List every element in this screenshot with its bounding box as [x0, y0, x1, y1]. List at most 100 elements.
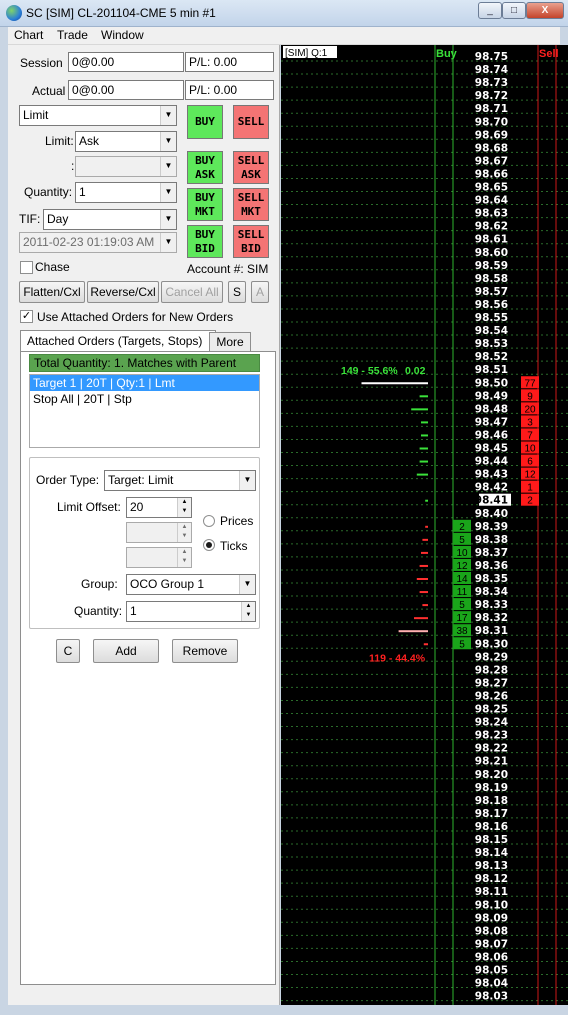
price-label: 98.52 [475, 351, 508, 363]
chevron-down-icon: ▼ [160, 132, 176, 151]
bid-size: 17 [456, 613, 468, 624]
datetime-picker: 2011-02-23 01:19:03 AM ▼ [19, 232, 177, 253]
spinner-arrows-icon: ▲ ▼ [177, 523, 191, 542]
datetime-value: 2011-02-23 01:19:03 AM [23, 235, 155, 249]
prices-radio[interactable] [203, 515, 215, 527]
buy-volume-bar [419, 395, 428, 398]
price-ladder-canvas[interactable]: [SIM] Q:1 Buy Sell98.7598.7498.7398.7298.7… [281, 45, 568, 1005]
sell-volume-bar [398, 630, 428, 633]
sell-volume-bar [422, 538, 428, 541]
disabled-select: ▼ [75, 156, 177, 177]
group-value: OCO Group 1 [130, 577, 205, 591]
sell-mkt-button[interactable]: SELL MKT [233, 188, 269, 221]
sell-volume-bar [419, 591, 428, 594]
prices-label: Prices [220, 514, 254, 528]
cancel-all-button[interactable]: Cancel All [161, 281, 223, 303]
price-label: 98.30 [475, 638, 508, 650]
a-button[interactable]: A [251, 281, 269, 303]
sell-bid-button[interactable]: SELL BID [233, 225, 269, 258]
price-label: 98.61 [475, 234, 508, 246]
attached-orders-list[interactable]: Target 1 | 20T | Qty:1 | Lmt Stop All | … [29, 374, 260, 448]
add-button[interactable]: Add [93, 639, 159, 663]
price-label: 98.14 [475, 847, 508, 859]
remove-button[interactable]: Remove [172, 639, 238, 663]
ticks-radio[interactable] [203, 539, 215, 551]
price-label: 98.06 [475, 951, 508, 963]
buy-ask-button[interactable]: BUY ASK [187, 151, 223, 184]
chase-checkbox[interactable] [20, 261, 33, 274]
bid-size: 2 [459, 522, 465, 533]
price-label: 98.50 [475, 377, 508, 389]
ticks-label: Ticks [220, 539, 248, 553]
menu-chart[interactable]: Chart [14, 28, 43, 42]
buy-bid-button[interactable]: BUY BID [187, 225, 223, 258]
sell-volume-bar [423, 643, 428, 646]
disabled-spinner-1: ▲ ▼ [126, 522, 192, 543]
ask-size: 10 [524, 444, 536, 455]
sell-button[interactable]: SELL [233, 105, 269, 139]
limit-offset-spinner[interactable]: 20 ▲ ▼ [126, 497, 192, 518]
spinner-arrows-icon: ▲ ▼ [177, 548, 191, 567]
price-ladder[interactable]: [SIM] Q:1 Buy Sell 98.75 98.74 98.73 98.72 98.7… [281, 45, 568, 1005]
tab-more[interactable]: More [209, 332, 251, 352]
reverse-cancel-button[interactable]: Reverse/Cxl [87, 281, 159, 303]
minimize-button[interactable]: _ [478, 2, 502, 19]
list-item[interactable]: Stop All | 20T | Stp [30, 391, 259, 407]
tif-select[interactable]: Day ▼ [43, 209, 177, 230]
limit-offset-label: Limit Offset: [57, 500, 121, 514]
attached-quantity-spinner[interactable]: 1 ▲ ▼ [126, 601, 256, 622]
close-button[interactable]: X [526, 2, 564, 19]
price-label: 98.16 [475, 821, 508, 833]
price-label: 98.70 [475, 116, 508, 128]
price-label: 98.05 [475, 965, 508, 977]
price-label: 98.58 [475, 273, 508, 285]
price-label: 98.27 [475, 677, 508, 689]
sell-bid-label-1: SELL [237, 227, 265, 241]
spinner-arrows-icon[interactable]: ▲ ▼ [241, 602, 255, 621]
use-attached-checkbox[interactable]: ✓ [20, 310, 33, 323]
limit-select[interactable]: Ask ▼ [75, 131, 177, 152]
chevron-down-icon: ▼ [160, 233, 176, 252]
bid-size: 14 [456, 574, 468, 585]
price-label: 98.35 [475, 573, 508, 585]
flatten-cancel-button[interactable]: Flatten/Cxl [19, 281, 85, 303]
price-label: 98.39 [475, 521, 508, 533]
c-button[interactable]: C [56, 639, 80, 663]
price-label: 98.07 [475, 938, 508, 950]
s-button[interactable]: S [228, 281, 246, 303]
ask-size: 20 [524, 404, 536, 415]
price-label: 98.33 [475, 599, 508, 611]
order-type-select[interactable]: Limit ▼ [19, 105, 177, 126]
buy-button[interactable]: BUY [187, 105, 223, 139]
actual-position-field: 0@0.00 [68, 80, 184, 100]
buy-mkt-button[interactable]: BUY MKT [187, 188, 223, 221]
menu-window[interactable]: Window [101, 28, 144, 42]
price-label: 98.60 [475, 247, 508, 259]
sell-volume-summary: 119 - 44.4% [369, 652, 426, 664]
spinner-arrows-icon[interactable]: ▲ ▼ [177, 498, 191, 517]
list-item[interactable]: Target 1 | 20T | Qty:1 | Lmt [30, 375, 259, 391]
bid-size: 38 [456, 626, 468, 637]
tab-attached-orders[interactable]: Attached Orders (Targets, Stops) [20, 330, 216, 352]
sell-bid-label-2: BID [241, 241, 261, 255]
attached-order-type-select[interactable]: Target: Limit ▼ [104, 470, 256, 491]
price-label: 98.11 [475, 886, 508, 898]
price-label: 98.40 [475, 508, 508, 520]
quantity-select[interactable]: 1 ▼ [75, 182, 177, 203]
price-label: 98.54 [475, 325, 508, 337]
menu-trade[interactable]: Trade [57, 28, 88, 42]
use-attached-label: Use Attached Orders for New Orders [37, 310, 234, 324]
group-select[interactable]: OCO Group 1 ▼ [126, 574, 256, 595]
sell-ask-button[interactable]: SELL ASK [233, 151, 269, 184]
limit-label: Limit: [45, 134, 74, 148]
sell-ask-label-1: SELL [237, 153, 265, 167]
sell-volume-bar [414, 617, 428, 620]
price-label: 98.08 [475, 925, 508, 937]
maximize-button[interactable]: □ [502, 2, 526, 19]
title-bar[interactable]: SC [SIM] CL-201104-CME 5 min #1 _ □ X [0, 0, 568, 27]
buy-column-header: Buy [436, 48, 458, 60]
price-label: 98.38 [475, 534, 508, 546]
chevron-down-icon: ▼ [160, 106, 176, 125]
tab-more-label: More [216, 335, 244, 349]
tif-label: TIF: [19, 212, 41, 226]
